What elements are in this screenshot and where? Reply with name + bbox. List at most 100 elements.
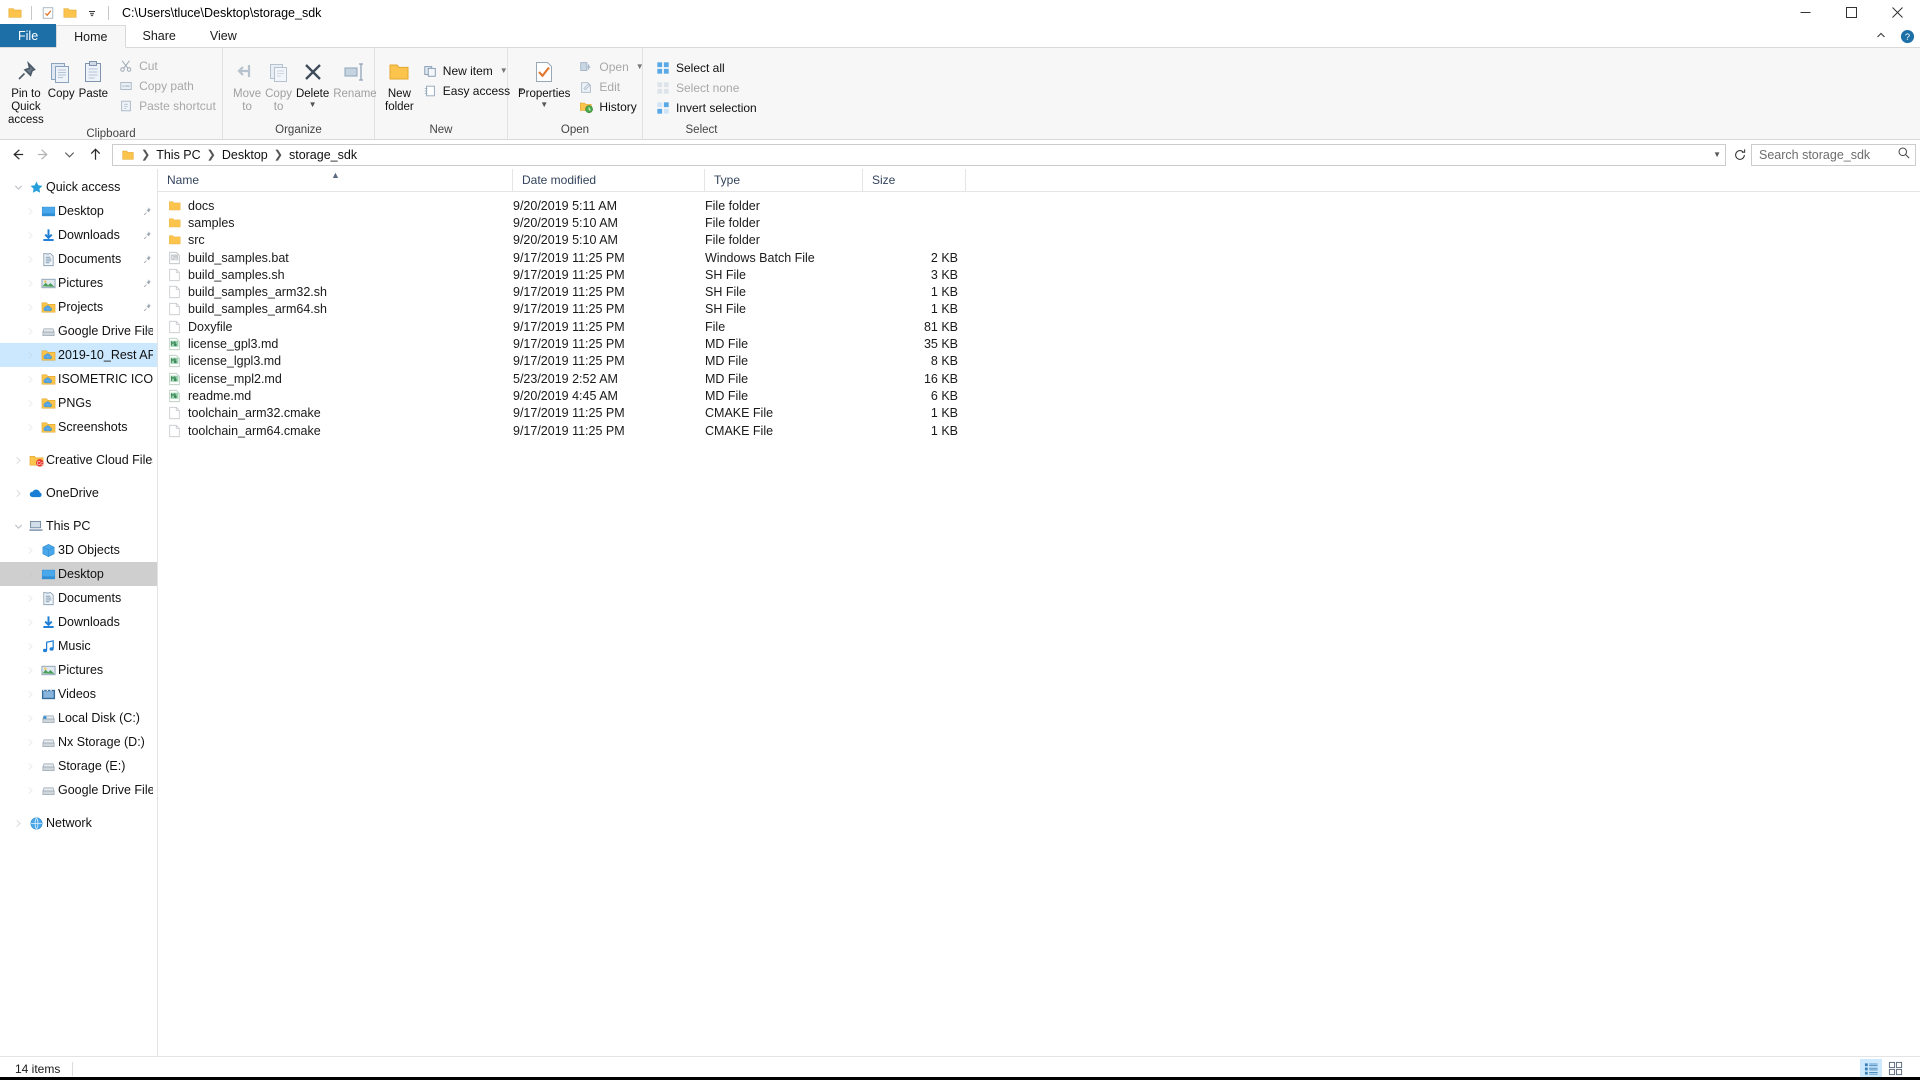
pin-small-icon[interactable] (142, 325, 152, 339)
column-header-date-modified[interactable]: Date modified (513, 169, 705, 192)
table-row[interactable]: build_samples_arm64.sh 9/17/2019 11:25 PM… (158, 301, 1920, 318)
address-input[interactable]: ❯ This PC ❯ Desktop ❯ storage_sdk ▼ (112, 143, 1726, 166)
new-folder-button[interactable]: New folder (383, 53, 416, 114)
column-header-type[interactable]: Type (705, 169, 863, 192)
navigation-pane[interactable]: Quick access Desktop Downloads Documents Pic… (0, 169, 158, 1080)
forward-button[interactable] (30, 142, 56, 168)
minimize-button[interactable] (1782, 0, 1828, 25)
details-view-button[interactable] (1860, 1058, 1882, 1079)
sidebar-item-desktop[interactable]: Desktop (0, 562, 157, 586)
sidebar-item-videos[interactable]: Videos (0, 682, 157, 706)
maximize-button[interactable] (1828, 0, 1874, 25)
up-button[interactable] (82, 142, 108, 168)
expand-icon[interactable] (10, 489, 26, 498)
sidebar-item-creative-cloud-files[interactable]: Cc Creative Cloud Files (0, 448, 157, 472)
table-row[interactable]: docs 9/20/2019 5:11 AM File folder (158, 197, 1920, 214)
sidebar-item-google-drive-file[interactable]: Google Drive File (0, 319, 157, 343)
delete-caret-icon[interactable]: ▼ (309, 101, 317, 109)
sidebar-item-storage-e[interactable]: Storage (E:) (0, 754, 157, 778)
chevron-down-icon[interactable]: ▼ (1713, 150, 1721, 159)
select-none-button[interactable]: Select none (651, 78, 761, 97)
rename-button[interactable]: Rename (331, 53, 378, 101)
copy-to-button[interactable]: Copy to (263, 53, 294, 114)
move-to-button[interactable]: Move to (231, 53, 263, 114)
pin-small-icon[interactable] (142, 229, 152, 243)
open-button[interactable]: Open ▼ (574, 57, 647, 76)
breadcrumb-separator-1[interactable]: ❯ (204, 148, 219, 161)
customize-qat-caret-icon[interactable] (83, 4, 101, 22)
sidebar-item-downloads[interactable]: Downloads (0, 610, 157, 634)
table-row[interactable]: Doxyfile 9/17/2019 11:25 PM File 81 KB (158, 318, 1920, 335)
search-input[interactable]: Search storage_sdk (1751, 143, 1916, 166)
sidebar-item-isometric-icon-pi[interactable]: ISOMETRIC ICON PI (0, 367, 157, 391)
table-row[interactable]: readme.md 9/20/2019 4:45 AM MD File 6 KB (158, 387, 1920, 404)
sidebar-item-local-disk-c[interactable]: Local Disk (C:) (0, 706, 157, 730)
table-row[interactable]: license_lgpl3.md 9/17/2019 11:25 PM MD Fil… (158, 353, 1920, 370)
table-row[interactable]: samples 9/20/2019 5:10 AM File folder (158, 214, 1920, 231)
close-button[interactable] (1874, 0, 1920, 25)
sidebar-item-downloads[interactable]: Downloads (0, 223, 157, 247)
sidebar-item-pngs[interactable]: PNGs (0, 391, 157, 415)
delete-button[interactable]: Delete ▼ (294, 53, 331, 109)
back-button[interactable] (4, 142, 30, 168)
table-row[interactable]: toolchain_arm64.cmake 9/17/2019 11:25 PM C… (158, 422, 1920, 439)
sidebar-item-documents[interactable]: Documents (0, 247, 157, 271)
new-folder-icon[interactable] (61, 4, 79, 22)
table-row[interactable]: build_samples.bat 9/17/2019 11:25 PM Windo… (158, 249, 1920, 266)
table-row[interactable]: license_gpl3.md 9/17/2019 11:25 PM MD File… (158, 335, 1920, 352)
sidebar-item-documents[interactable]: Documents (0, 586, 157, 610)
pin-to-quick-access-button[interactable]: Pin to Quick access (6, 53, 46, 128)
paste-button[interactable]: Paste (77, 53, 110, 101)
breadcrumb-this-pc[interactable]: This PC (153, 145, 203, 165)
sidebar-item-onedrive[interactable]: OneDrive (0, 481, 157, 505)
collapse-ribbon-icon[interactable] (1872, 27, 1890, 45)
paste-shortcut-button[interactable]: Paste shortcut (114, 96, 220, 115)
file-list-pane[interactable]: ▲ Name Date modified Type Size docs 9/20/… (158, 169, 1920, 1080)
sidebar-item-3d-objects[interactable]: 3D Objects (0, 538, 157, 562)
sidebar-item-projects[interactable]: Projects (0, 295, 157, 319)
large-icons-view-button[interactable] (1884, 1059, 1906, 1079)
pin-small-icon[interactable] (142, 301, 152, 315)
help-icon[interactable]: ? (1898, 27, 1916, 45)
column-header-size[interactable]: Size (863, 169, 966, 192)
collapse-icon[interactable] (10, 522, 26, 531)
sidebar-item-pictures[interactable]: Pictures (0, 658, 157, 682)
sidebar-item-network[interactable]: Network (0, 811, 157, 835)
edit-button[interactable]: Edit (574, 77, 647, 96)
sidebar-item-screenshots[interactable]: Screenshots (0, 415, 157, 439)
recent-locations-button[interactable] (56, 142, 82, 168)
sidebar-item-this-pc[interactable]: This PC (0, 514, 157, 538)
table-row[interactable]: build_samples_arm32.sh 9/17/2019 11:25 PM… (158, 283, 1920, 300)
copy-button[interactable]: Copy (46, 53, 77, 101)
breadcrumb-separator-0[interactable]: ❯ (138, 148, 153, 161)
tab-share[interactable]: Share (126, 24, 193, 47)
sidebar-item-2019-10-rest-api-bi[interactable]: 2019-10_Rest API BI (0, 343, 157, 367)
collapse-icon[interactable] (10, 183, 26, 192)
select-all-button[interactable]: Select all (651, 58, 761, 77)
pin-small-icon[interactable] (142, 253, 152, 267)
sidebar-item-music[interactable]: Music (0, 634, 157, 658)
sidebar-item-pictures[interactable]: Pictures (0, 271, 157, 295)
tab-view[interactable]: View (193, 24, 254, 47)
magnifier-icon[interactable] (1897, 146, 1911, 163)
tab-home[interactable]: Home (56, 25, 126, 48)
refresh-button[interactable] (1729, 144, 1751, 166)
breadcrumb-separator-2[interactable]: ❯ (271, 148, 286, 161)
pin-small-icon[interactable] (142, 277, 152, 291)
table-row[interactable]: toolchain_arm32.cmake 9/17/2019 11:25 PM C… (158, 405, 1920, 422)
expand-icon[interactable] (10, 819, 26, 828)
expand-icon[interactable] (10, 456, 26, 465)
table-row[interactable]: build_samples.sh 9/17/2019 11:25 PM SH Fil… (158, 266, 1920, 283)
breadcrumb-desktop[interactable]: Desktop (219, 145, 271, 165)
new-item-caret-icon[interactable]: ▼ (500, 66, 508, 75)
cut-button[interactable]: Cut (114, 56, 220, 75)
properties-check-icon[interactable] (39, 4, 57, 22)
pin-small-icon[interactable] (142, 205, 152, 219)
history-button[interactable]: History (574, 97, 647, 116)
properties-caret-icon[interactable]: ▼ (540, 101, 548, 109)
sidebar-item-nx-storage-d[interactable]: Nx Storage (D:) (0, 730, 157, 754)
properties-button[interactable]: Properties ▼ (516, 53, 572, 109)
sidebar-item-google-drive-file-st[interactable]: Google Drive File St (0, 778, 157, 802)
copy-path-button[interactable]: Copy path (114, 76, 220, 95)
tab-file[interactable]: File (0, 24, 57, 47)
